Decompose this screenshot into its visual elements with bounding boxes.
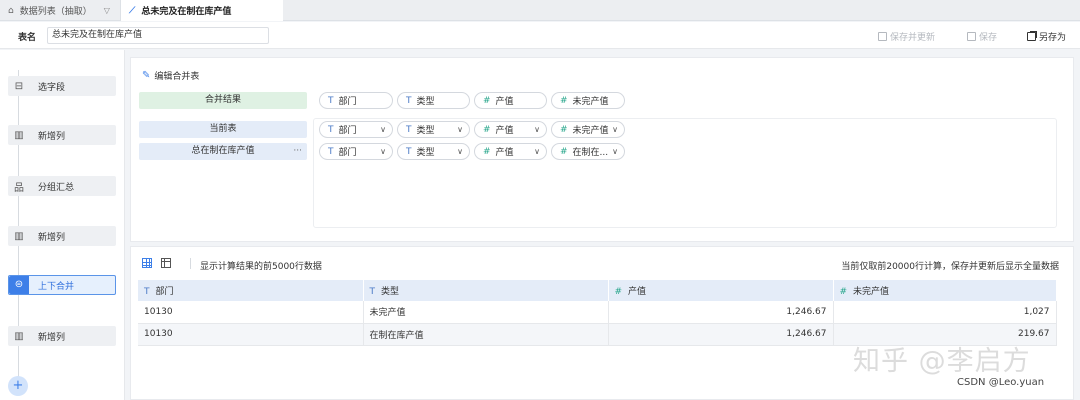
select-field-icon: ⊟ (14, 80, 24, 92)
chevron-down-icon: ∨ (380, 125, 386, 134)
table-cell: 10130 (138, 323, 364, 346)
step-add-column-3[interactable]: ▥ 新增列 (8, 326, 116, 346)
tab-data-list[interactable]: ⌂ 数据列表（抽取） ▽ (0, 0, 121, 21)
chevron-down-icon: ∨ (457, 125, 463, 134)
edit-merge-table-link[interactable]: ✎ 编辑合并表 (142, 69, 199, 82)
step-add-column-1[interactable]: ▥ 新增列 (8, 125, 116, 145)
step-vertical-merge[interactable]: ⊜ 上下合并 (8, 275, 116, 295)
data-table: T 部门 T 类型 # 产值 # 未完产值 10130 未完产值 1,246.67 1,… (138, 280, 1057, 346)
add-column-icon: ▥ (14, 330, 24, 342)
result-field-type: T 类型 (397, 92, 470, 109)
grid-view-icon[interactable] (142, 258, 152, 268)
chevron-down-icon: ∨ (612, 125, 618, 134)
merged-field-select-dept[interactable]: T 部门 ∨ (319, 143, 393, 160)
text-type-icon: T (406, 146, 412, 157)
column-header-dept[interactable]: T 部门 (138, 280, 364, 301)
layout-view-icon[interactable] (161, 258, 171, 268)
table-name-input[interactable]: 总未完及在制在库产值 (47, 27, 269, 44)
tab-bar: ⌂ 数据列表（抽取） ▽ ⟋ 总未完及在制在库产值 (0, 0, 1080, 21)
table-cell: 未完产值 (363, 301, 609, 324)
number-type-icon: # (614, 287, 623, 297)
save-icon (967, 32, 976, 41)
current-field-select-unfinished[interactable]: # 未完产值 ∨ (551, 121, 625, 138)
save-update-icon (878, 32, 887, 41)
table-cell: 在制在库产值 (363, 323, 609, 346)
number-type-icon: # (483, 95, 491, 106)
chart-line-icon: ⟋ (129, 5, 136, 16)
merged-table-label: 总在制在库产值 ··· (139, 143, 307, 160)
chevron-down-icon: ∨ (457, 147, 463, 156)
result-field-dept: T 部门 (319, 92, 393, 109)
tab-label: 总未完及在制在库产值 (141, 7, 232, 17)
divider (190, 258, 191, 269)
chevron-down-icon: ∨ (534, 147, 540, 156)
table-row: 10130 未完产值 1,246.67 1,027 (138, 301, 1057, 324)
current-field-select-output[interactable]: # 产值 ∨ (474, 121, 547, 138)
preview-info-left: 显示计算结果的前5000行数据 (200, 262, 322, 272)
add-column-icon: ▥ (14, 129, 24, 141)
number-type-icon: # (560, 146, 568, 157)
column-header-type[interactable]: T 类型 (363, 280, 609, 301)
merged-field-select-type[interactable]: T 类型 ∨ (397, 143, 470, 160)
zhihu-watermark: 知乎 @李启方 (853, 346, 1031, 377)
result-field-output: # 产值 (474, 92, 547, 109)
save-and-update-button[interactable]: 保存并更新 (878, 30, 935, 43)
step-group-summary[interactable]: 品 分组汇总 (8, 176, 116, 196)
table-header-row: T 部门 T 类型 # 产值 # 未完产值 (138, 280, 1057, 301)
table-cell: 10130 (138, 301, 364, 324)
chevron-down-icon: ∨ (612, 147, 618, 156)
pencil-icon: ✎ (142, 70, 151, 81)
home-icon: ⌂ (8, 5, 14, 16)
step-add-column-2[interactable]: ▥ 新增列 (8, 226, 116, 246)
column-header-output[interactable]: # 产值 (608, 280, 834, 301)
step-sidebar: ⊟ 选字段 ▥ 新增列 品 分组汇总 ▥ 新增列 ⊜ 上下合并 ▥ 新增列 + (0, 50, 125, 400)
group-icon: 品 (14, 182, 24, 194)
save-button[interactable]: 保存 (967, 30, 997, 43)
current-field-select-dept[interactable]: T 部门 ∨ (319, 121, 393, 138)
number-type-icon: # (483, 146, 491, 157)
add-step-button[interactable]: + (8, 376, 28, 396)
number-type-icon: # (560, 124, 568, 135)
save-as-button[interactable]: 另存为 (1027, 30, 1066, 43)
current-field-select-type[interactable]: T 类型 ∨ (397, 121, 470, 138)
merged-field-select-wip[interactable]: # 在制在... ∨ (551, 143, 625, 160)
number-type-icon: # (483, 124, 491, 135)
current-table-label: 当前表 (139, 121, 307, 138)
chevron-down-icon: ∨ (534, 125, 540, 134)
table-name-label: 表名 (18, 33, 37, 43)
text-type-icon: T (328, 146, 334, 157)
preview-info-right: 当前仅取前20000行计算，保存并更新后显示全量数据 (841, 262, 1059, 272)
table-cell: 1,246.67 (608, 323, 834, 346)
merge-icon: ⊜ (9, 276, 29, 294)
merge-result-label: 合并结果 (139, 92, 307, 109)
chevron-down-icon: ∨ (380, 147, 386, 156)
merged-field-select-output[interactable]: # 产值 ∨ (474, 143, 547, 160)
chevron-down-icon[interactable]: ▽ (104, 6, 110, 15)
save-as-icon (1027, 32, 1036, 41)
step-select-fields[interactable]: ⊟ 选字段 (8, 76, 116, 96)
text-type-icon: T (328, 95, 334, 106)
text-type-icon: T (406, 95, 412, 106)
more-icon[interactable]: ··· (293, 143, 302, 160)
text-type-icon: T (369, 287, 376, 297)
table-cell: 1,246.67 (608, 301, 834, 324)
add-column-icon: ▥ (14, 230, 24, 242)
number-type-icon: # (839, 287, 848, 297)
table-cell: 1,027 (833, 301, 1057, 324)
tab-label: 数据列表（抽取） (19, 7, 92, 17)
tab-current-table[interactable]: ⟋ 总未完及在制在库产值 (121, 0, 283, 21)
plus-icon: + (12, 378, 24, 393)
text-type-icon: T (144, 287, 150, 297)
text-type-icon: T (406, 124, 412, 135)
text-type-icon: T (328, 124, 334, 135)
column-header-unfinished[interactable]: # 未完产值 (833, 280, 1057, 301)
result-field-unfinished: # 未完产值 (551, 92, 625, 109)
table-name-bar: 表名 总未完及在制在库产值 保存并更新 保存 另存为 (0, 22, 1080, 49)
number-type-icon: # (560, 95, 568, 106)
csdn-watermark: CSDN @Leo.yuan (957, 377, 1045, 388)
merge-config-panel: ✎ 编辑合并表 合并结果 T 部门 T 类型 # 产值 # 未完产值 当前表 T… (130, 57, 1074, 242)
